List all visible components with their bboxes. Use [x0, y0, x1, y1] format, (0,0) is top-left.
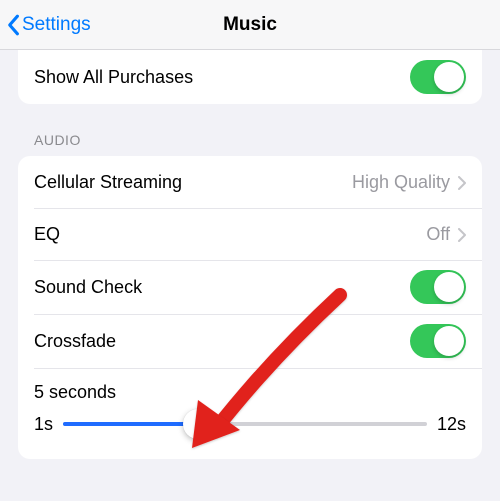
- back-label: Settings: [22, 14, 91, 36]
- slider-thumb[interactable]: [183, 409, 213, 439]
- row-cellular-streaming[interactable]: Cellular Streaming High Quality: [18, 156, 482, 208]
- chevron-right-icon: [458, 175, 466, 189]
- row-crossfade[interactable]: Crossfade: [18, 314, 482, 368]
- row-eq[interactable]: EQ Off: [18, 208, 482, 260]
- chevron-right-icon: [458, 227, 466, 241]
- row-label: EQ: [34, 224, 426, 245]
- nav-bar: Settings Music: [0, 0, 500, 50]
- row-show-all-purchases[interactable]: Show All Purchases: [18, 50, 482, 104]
- row-label: Show All Purchases: [34, 67, 410, 88]
- audio-group: Cellular Streaming High Quality EQ Off S…: [18, 156, 482, 459]
- row-detail: Off: [426, 224, 450, 245]
- slider-value-label: 5 seconds: [34, 382, 466, 403]
- row-label: Crossfade: [34, 331, 410, 352]
- row-label: Sound Check: [34, 277, 410, 298]
- back-button[interactable]: Settings: [0, 14, 91, 36]
- top-group: Show All Purchases: [18, 50, 482, 104]
- row-sound-check[interactable]: Sound Check: [18, 260, 482, 314]
- toggle-sound-check[interactable]: [410, 270, 466, 304]
- row-detail: High Quality: [352, 172, 450, 193]
- crossfade-slider[interactable]: [63, 409, 427, 439]
- section-header-audio: Audio: [18, 104, 482, 156]
- row-crossfade-slider: 5 seconds 1s 12s: [18, 368, 482, 459]
- toggle-crossfade[interactable]: [410, 324, 466, 358]
- slider-max-label: 12s: [437, 414, 466, 435]
- chevron-left-icon: [6, 14, 20, 36]
- toggle-show-all-purchases[interactable]: [410, 60, 466, 94]
- slider-min-label: 1s: [34, 414, 53, 435]
- row-label: Cellular Streaming: [34, 172, 352, 193]
